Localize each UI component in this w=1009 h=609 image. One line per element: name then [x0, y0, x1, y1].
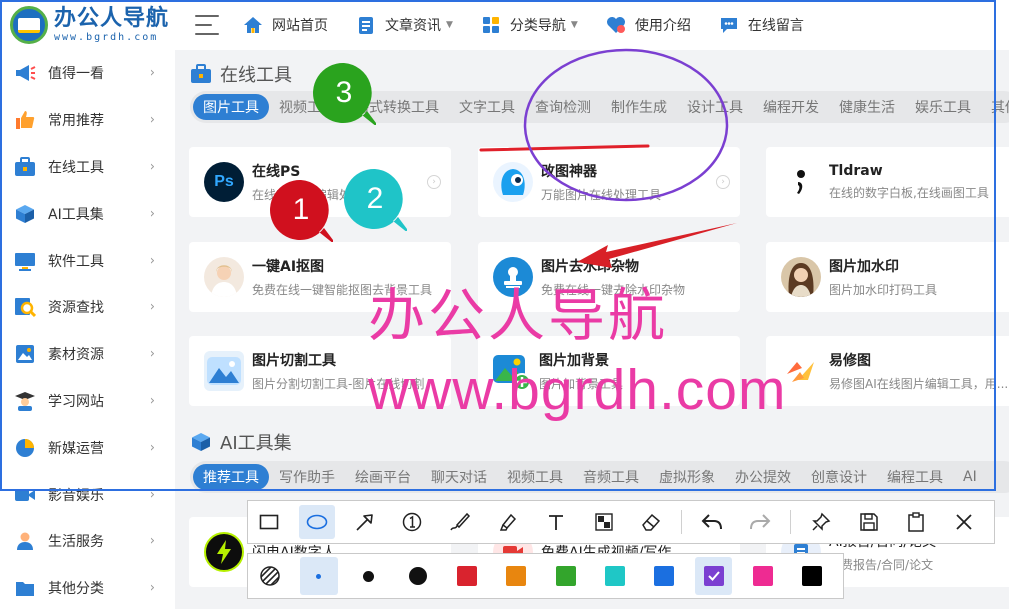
- annotation-tools-toolbar: [247, 500, 995, 544]
- annotation-arrow: [577, 223, 737, 268]
- color-swatch: [654, 566, 675, 586]
- numbered-marker-1: 1: [269, 178, 339, 248]
- annotation-ellipse: [523, 48, 729, 202]
- color-cyan[interactable]: [596, 557, 633, 595]
- color-purple[interactable]: [694, 557, 733, 595]
- close-icon[interactable]: [946, 505, 982, 539]
- annotation-style-toolbar: [247, 553, 844, 599]
- marker-label: 2: [366, 182, 384, 215]
- color-swatch: [604, 566, 625, 586]
- color-blue[interactable]: [646, 557, 683, 595]
- copy-icon[interactable]: [898, 505, 934, 539]
- color-green[interactable]: [547, 557, 584, 595]
- undo-icon[interactable]: [694, 505, 730, 539]
- redo-icon[interactable]: [742, 505, 778, 539]
- annotation-red-underline: [479, 144, 650, 152]
- mosaic-icon[interactable]: [586, 505, 622, 539]
- pin-icon[interactable]: [803, 505, 839, 539]
- eraser-icon[interactable]: [634, 505, 670, 539]
- fill-toggle-icon[interactable]: [251, 557, 288, 595]
- numbered-marker-3: 3: [312, 61, 382, 131]
- color-swatch: [456, 566, 477, 586]
- highlighter-icon[interactable]: [490, 505, 526, 539]
- color-red[interactable]: [448, 557, 485, 595]
- color-black[interactable]: [794, 557, 831, 595]
- color-swatch: [555, 566, 576, 586]
- color-swatch: [506, 566, 527, 586]
- save-icon[interactable]: [851, 505, 887, 539]
- marker-label: 1: [292, 193, 310, 226]
- checkmark-icon: [703, 566, 724, 586]
- color-orange[interactable]: [498, 557, 535, 595]
- watermark-url: www.bgrdh.com: [368, 358, 787, 422]
- pen-icon[interactable]: [442, 505, 478, 539]
- color-pink[interactable]: [744, 557, 781, 595]
- numbered-marker-icon[interactable]: [394, 505, 430, 539]
- rectangle-icon[interactable]: [251, 505, 287, 539]
- arrow-icon[interactable]: [347, 505, 383, 539]
- size-large[interactable]: [399, 557, 436, 595]
- marker-label: 3: [335, 76, 353, 109]
- text-icon[interactable]: [538, 505, 574, 539]
- ellipse-icon[interactable]: [298, 505, 335, 539]
- toolbar-divider: [681, 510, 683, 534]
- toolbar-divider: [789, 510, 791, 534]
- app-window: 办公人导航 www.bgrdh.com 网站首页 文章资讯 ▼ 分类导航 ▼ 使…: [0, 0, 1009, 609]
- size-medium[interactable]: [350, 557, 387, 595]
- color-swatch: [802, 566, 823, 586]
- color-swatch: [752, 566, 773, 586]
- watermark-text: 办公人导航: [368, 284, 668, 348]
- numbered-marker-2: 2: [343, 167, 413, 237]
- size-small[interactable]: [300, 557, 338, 595]
